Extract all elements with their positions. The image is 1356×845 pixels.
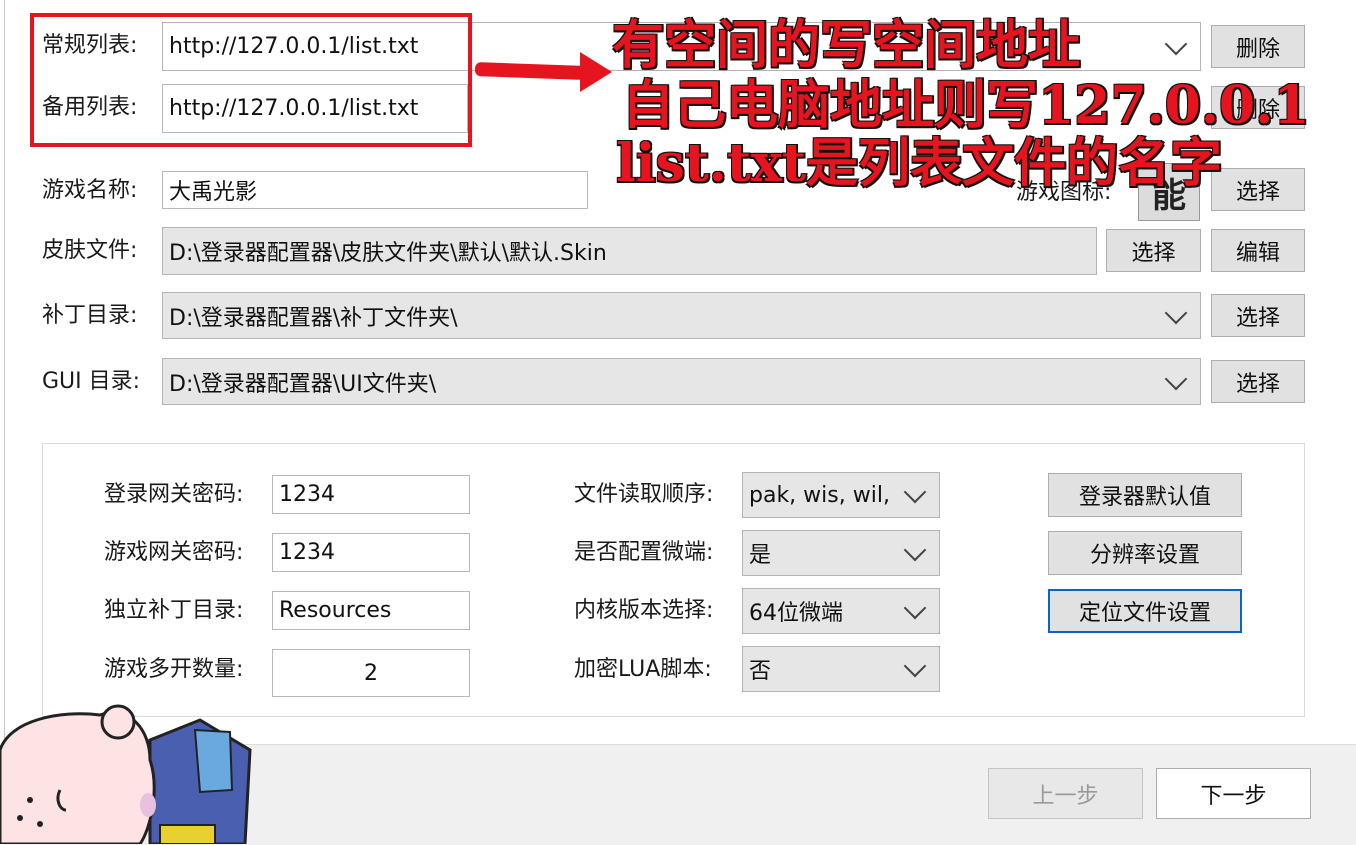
- gui-dir-label: GUI 目录:: [42, 369, 141, 394]
- select-gui-dir-button[interactable]: 选择: [1211, 360, 1305, 403]
- annotation-line-1: 有空间的写空间地址: [612, 15, 1081, 76]
- launcher-defaults-button[interactable]: 登录器默认值: [1048, 473, 1242, 517]
- locate-file-settings-button[interactable]: 定位文件设置: [1048, 589, 1242, 633]
- patch-dir-combo[interactable]: D:\登录器配置器\补丁文件夹\: [162, 292, 1201, 339]
- game-name-input[interactable]: 大禹光影: [162, 171, 588, 209]
- patch-dir-label: 补丁目录:: [42, 303, 138, 328]
- chevron-down-icon[interactable]: [903, 654, 927, 678]
- file-read-order-value: pak, wis, wil,: [749, 482, 890, 508]
- patch-dir-value: D:\登录器配置器\补丁文件夹\: [169, 305, 458, 331]
- encrypt-lua-combo[interactable]: 否: [742, 646, 940, 692]
- micro-client-combo[interactable]: 是: [742, 530, 940, 576]
- file-read-order-combo[interactable]: pak, wis, wil,: [742, 472, 940, 518]
- annotation-arrow: [474, 62, 586, 80]
- encrypt-lua-label: 加密LUA脚本:: [574, 657, 712, 682]
- next-step-button[interactable]: 下一步: [1156, 768, 1311, 819]
- previous-step-button[interactable]: 上一步: [988, 768, 1143, 819]
- login-gateway-password-input[interactable]: 1234: [272, 475, 470, 514]
- delete-regular-button[interactable]: 删除: [1211, 25, 1305, 68]
- patch-dir-standalone-input[interactable]: Resources: [272, 591, 470, 630]
- game-gateway-password-label: 游戏网关密码:: [104, 540, 244, 565]
- micro-client-value: 是: [749, 543, 772, 568]
- patch-dir-standalone-label: 独立补丁目录:: [104, 598, 244, 623]
- game-name-label: 游戏名称:: [42, 178, 138, 203]
- kernel-version-value: 64位微端: [749, 601, 843, 626]
- login-gateway-password-label: 登录网关密码:: [104, 482, 244, 507]
- skin-file-label: 皮肤文件:: [42, 238, 138, 263]
- multi-open-count-input[interactable]: 2: [272, 649, 470, 697]
- chevron-down-icon[interactable]: [903, 596, 927, 620]
- kernel-version-combo[interactable]: 64位微端: [742, 588, 940, 634]
- select-patch-dir-button[interactable]: 选择: [1211, 294, 1305, 337]
- select-game-icon-button[interactable]: 选择: [1211, 168, 1305, 211]
- multi-open-count-label: 游戏多开数量:: [104, 657, 244, 682]
- resolution-settings-button[interactable]: 分辨率设置: [1048, 531, 1242, 575]
- gui-dir-value: D:\登录器配置器\UI文件夹\: [169, 371, 437, 397]
- select-skin-button[interactable]: 选择: [1106, 229, 1201, 272]
- chevron-down-icon[interactable]: [903, 480, 927, 504]
- annotation-arrow-head: [580, 52, 612, 92]
- cartoon-sticker-icon: [0, 704, 252, 844]
- encrypt-lua-value: 否: [749, 659, 772, 684]
- micro-client-label: 是否配置微端:: [574, 540, 714, 565]
- game-gateway-password-input[interactable]: 1234: [272, 533, 470, 572]
- chevron-down-icon[interactable]: [1164, 367, 1188, 390]
- gui-dir-combo[interactable]: D:\登录器配置器\UI文件夹\: [162, 358, 1201, 405]
- annotation-line-3: list.txt是列表文件的名字: [616, 133, 1222, 194]
- file-read-order-label: 文件读取顺序:: [574, 482, 714, 507]
- chevron-down-icon[interactable]: [903, 538, 927, 562]
- annotation-highlight-box: [30, 13, 472, 147]
- chevron-down-icon[interactable]: [1164, 301, 1188, 324]
- annotation-line-2: 自己电脑地址则写127.0.0.1: [622, 75, 1310, 136]
- edit-skin-button[interactable]: 编辑: [1211, 229, 1305, 272]
- kernel-version-label: 内核版本选择:: [574, 598, 714, 623]
- chevron-down-icon[interactable]: [1164, 32, 1188, 55]
- skin-file-input[interactable]: D:\登录器配置器\皮肤文件夹\默认\默认.Skin: [162, 227, 1097, 275]
